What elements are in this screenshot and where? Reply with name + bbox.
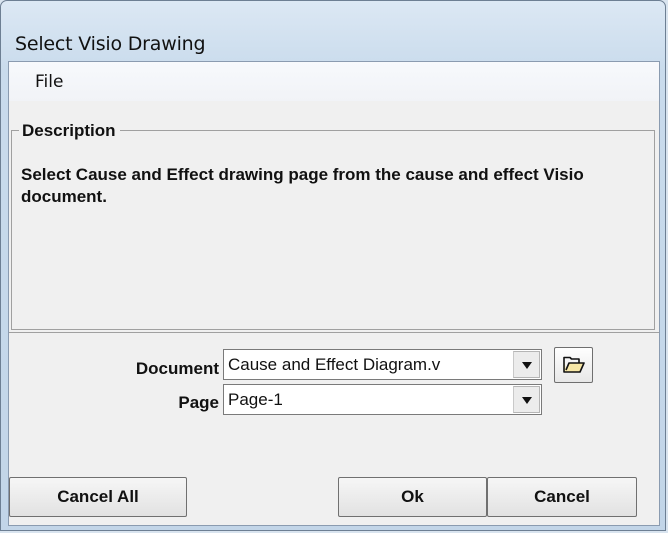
title-bar[interactable]: Select Visio Drawing	[1, 1, 665, 61]
cancel-all-button[interactable]: Cancel All	[9, 477, 187, 517]
menu-file[interactable]: File	[31, 72, 67, 92]
browse-document-button[interactable]	[554, 347, 593, 383]
page-label: Page	[178, 393, 219, 412]
document-label: Document	[135, 359, 219, 378]
page-dropdown[interactable]: Page-1	[223, 384, 542, 415]
description-text: Select Cause and Effect drawing page fro…	[21, 165, 584, 206]
page-dropdown-button[interactable]	[513, 386, 540, 413]
folder-open-icon	[563, 356, 585, 373]
cancel-button[interactable]: Cancel	[487, 477, 637, 517]
chevron-down-icon	[522, 397, 532, 404]
description-group	[11, 130, 655, 330]
document-dropdown[interactable]: Cause and Effect Diagram.v	[223, 349, 542, 380]
dialog-window: Select Visio Drawing File Description Se…	[0, 0, 666, 531]
page-dropdown-value: Page-1	[228, 390, 283, 409]
dialog-client-area: File Description Select Cause and Effect…	[8, 61, 660, 526]
window-title: Select Visio Drawing	[15, 33, 206, 55]
chevron-down-icon	[522, 362, 532, 369]
document-dropdown-button[interactable]	[513, 351, 540, 378]
divider	[9, 332, 659, 333]
menu-bar: File	[9, 62, 659, 101]
ok-button[interactable]: Ok	[338, 477, 487, 517]
description-group-title: Description	[19, 121, 120, 141]
document-dropdown-value: Cause and Effect Diagram.v	[228, 355, 441, 374]
